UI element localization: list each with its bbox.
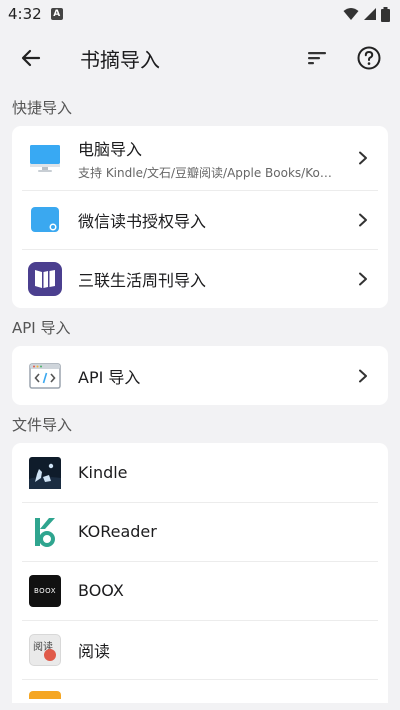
sanlian-logo-icon <box>28 261 62 296</box>
list-item-subtitle: 支持 Kindle/文石/豆瓣阅读/Apple Books/Ko… <box>78 165 332 180</box>
arrow-left-icon <box>21 49 41 67</box>
help-icon <box>357 46 381 70</box>
file-import-card: Kindle KOReader BOOX BOOX 阅读 阅读 <box>12 443 388 703</box>
status-bar: 4:32 A <box>0 0 400 28</box>
list-item-computer-import[interactable]: 电脑导入 支持 Kindle/文石/豆瓣阅读/Apple Books/Ko… <box>12 126 388 190</box>
list-item-title: 三联生活周刊导入 <box>78 270 207 290</box>
api-import-card: API 导入 <box>12 346 388 405</box>
wifi-icon <box>343 8 359 20</box>
status-time: 4:32 <box>8 5 42 23</box>
notification-badge: A <box>50 8 63 20</box>
list-item-yuedu[interactable]: 阅读 阅读 <box>12 620 388 679</box>
back-button[interactable] <box>16 43 46 73</box>
computer-icon <box>28 141 62 175</box>
list-item-partial[interactable] <box>12 679 388 699</box>
page-title: 书摘导入 <box>80 47 160 72</box>
list-item-title: 阅读 <box>78 641 111 661</box>
signal-icon <box>364 8 376 20</box>
app-bar-actions <box>302 43 384 73</box>
list-item-title: Kindle <box>78 463 128 482</box>
sort-icon <box>308 52 326 65</box>
list-item-kindle[interactable]: Kindle <box>12 443 388 502</box>
list-item-wechat-read-import[interactable]: 微信读书授权导入 <box>12 190 388 249</box>
wechat-read-icon <box>28 203 62 237</box>
code-window-icon <box>28 359 62 393</box>
chevron-right-icon <box>354 149 372 167</box>
boox-logo-icon: BOOX <box>28 574 62 608</box>
list-item-sanlian-import[interactable]: 三联生活周刊导入 <box>12 249 388 308</box>
kindle-logo-icon <box>28 456 62 490</box>
koreader-logo-icon <box>28 515 62 549</box>
chevron-right-icon <box>354 211 372 229</box>
list-item-title: 电脑导入 <box>78 139 143 159</box>
battery-icon <box>381 6 390 22</box>
list-item-koreader[interactable]: KOReader <box>12 502 388 561</box>
section-header-quick-import: 快捷导入 <box>12 99 73 117</box>
yuedu-logo-icon: 阅读 <box>28 633 62 667</box>
list-item-boox[interactable]: BOOX BOOX <box>12 561 388 620</box>
list-item-api-import[interactable]: API 导入 <box>12 346 388 405</box>
list-item-title: 微信读书授权导入 <box>78 211 207 231</box>
chevron-right-icon <box>354 270 372 288</box>
help-button[interactable] <box>354 43 384 73</box>
list-item-title: KOReader <box>78 522 157 541</box>
app-bar: 书摘导入 <box>0 28 400 88</box>
list-item-title: API 导入 <box>78 367 141 387</box>
quick-import-card: 电脑导入 支持 Kindle/文石/豆瓣阅读/Apple Books/Ko… 微… <box>12 126 388 308</box>
section-header-file-import: 文件导入 <box>12 416 73 434</box>
sort-button[interactable] <box>302 43 332 73</box>
section-header-api-import: API 导入 <box>12 319 71 337</box>
partial-app-icon <box>28 679 62 699</box>
list-item-title: BOOX <box>78 581 124 600</box>
status-icons <box>343 6 390 22</box>
chevron-right-icon <box>354 367 372 385</box>
